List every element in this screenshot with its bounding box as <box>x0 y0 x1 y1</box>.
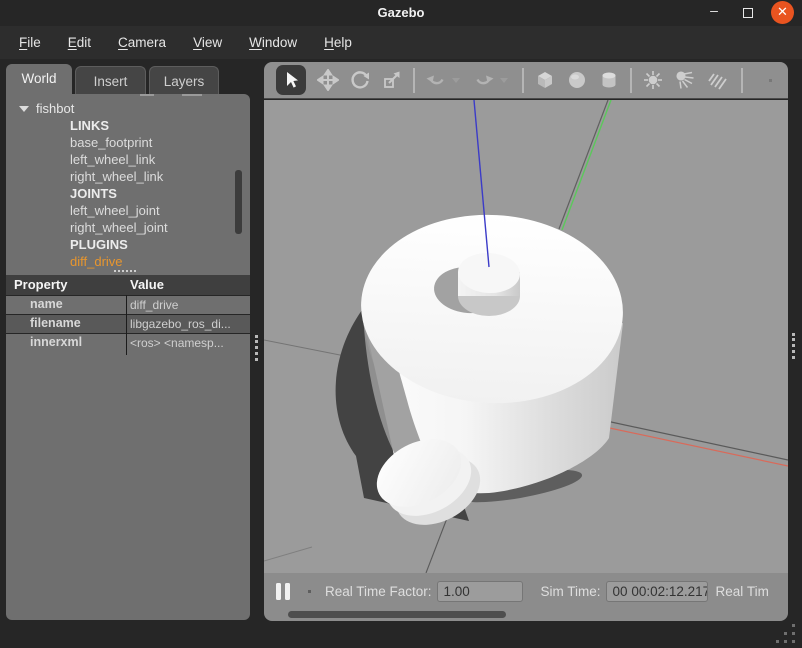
pause-icon <box>285 583 290 600</box>
point-light-button[interactable] <box>641 68 665 92</box>
y-axis-line <box>562 100 611 230</box>
property-table: Property Value name diff_drive filename … <box>6 275 250 352</box>
rotate-icon <box>349 69 371 91</box>
grid-line <box>264 547 312 561</box>
menu-item-camera[interactable]: Camera <box>107 26 177 59</box>
tree-item-links[interactable]: LINKS <box>6 118 242 135</box>
status-row: Real Time Factor: 1.00 Sim Time: 00 00:0… <box>264 573 788 609</box>
cylinder-icon <box>598 69 620 91</box>
tree-scrollbar-thumb[interactable] <box>235 170 242 234</box>
tree-item-diff-drive[interactable]: diff_drive <box>6 254 242 271</box>
property-row-innerxml[interactable]: innerxml <ros> <namesp... <box>6 333 250 352</box>
scale-tool-button[interactable] <box>380 68 404 92</box>
cylinder-shape-button[interactable] <box>597 68 621 92</box>
menu-item-window[interactable]: Window <box>238 26 308 59</box>
box-shape-button[interactable] <box>533 68 557 92</box>
sphere-icon <box>566 69 588 91</box>
menu-item-edit[interactable]: Edit <box>57 26 102 59</box>
minimize-button[interactable]: – <box>703 3 725 23</box>
window-resize-grip[interactable] <box>776 624 798 644</box>
point-light-icon <box>642 69 664 91</box>
grid-line <box>559 100 608 229</box>
expand-caret-icon[interactable] <box>19 106 29 112</box>
undo-button[interactable] <box>424 68 448 92</box>
render-toolbar <box>264 62 788 99</box>
window-title: Gazebo <box>0 0 802 26</box>
spot-light-button[interactable] <box>673 68 697 92</box>
undo-icon <box>424 69 448 91</box>
left-splitter-handle[interactable] <box>255 335 258 361</box>
column-value: Value <box>130 277 164 292</box>
toolbar-separator <box>630 68 632 93</box>
translate-icon <box>317 69 339 91</box>
maximize-icon <box>743 8 753 18</box>
undo-dropdown-caret[interactable] <box>452 78 460 83</box>
right-splitter-handle[interactable] <box>792 333 795 359</box>
translate-tool-button[interactable] <box>316 68 340 92</box>
box-icon <box>534 69 556 91</box>
tab-insert[interactable]: Insert <box>75 66 146 94</box>
toolbar-separator <box>741 68 743 93</box>
rtf-field[interactable]: 1.00 <box>437 581 523 602</box>
tree-item-right-wheel-joint[interactable]: right_wheel_joint <box>6 220 242 237</box>
robot-scene <box>264 100 788 573</box>
column-property: Property <box>14 277 67 292</box>
rotate-tool-button[interactable] <box>348 68 372 92</box>
status-bar: Real Time Factor: 1.00 Sim Time: 00 00:0… <box>264 573 788 621</box>
spot-light-icon <box>674 69 696 91</box>
pause-button[interactable] <box>276 583 290 600</box>
column-divider <box>126 295 127 355</box>
horizontal-scrollbar-thumb[interactable] <box>288 611 506 618</box>
pause-icon <box>276 583 281 600</box>
tab-world[interactable]: World <box>6 64 72 94</box>
window: { "titlebar": { "title": "Gazebo", "mini… <box>0 0 802 648</box>
menu-bar: File Edit Camera View Window Help <box>0 26 802 59</box>
toolbar-separator <box>413 68 415 93</box>
sim-time-field[interactable]: 00 00:02:12.217 <box>606 581 708 602</box>
clipped-tree-item-fragment <box>140 94 154 96</box>
property-row-filename[interactable]: filename libgazebo_ros_di... <box>6 314 250 333</box>
property-row-name[interactable]: name diff_drive <box>6 295 250 314</box>
world-panel: fishbot LINKS base_footprint left_wheel_… <box>6 94 250 620</box>
tree-item-joints[interactable]: JOINTS <box>6 186 242 203</box>
clipped-tree-item-fragment <box>182 94 202 96</box>
toolbar-separator <box>522 68 524 93</box>
cursor-arrow-icon <box>280 69 302 91</box>
tree-item-base-footprint[interactable]: base_footprint <box>6 135 242 152</box>
redo-dropdown-caret[interactable] <box>500 78 508 83</box>
scale-icon <box>381 69 403 91</box>
maximize-button[interactable] <box>737 3 759 23</box>
step-dot <box>308 590 311 593</box>
tree-item-fishbot[interactable]: fishbot <box>6 101 242 118</box>
sim-time-label: Sim Time: <box>541 584 601 599</box>
redo-button[interactable] <box>472 68 496 92</box>
grid-line <box>264 340 345 356</box>
tree-item-plugins[interactable]: PLUGINS <box>6 237 242 254</box>
title-bar: Gazebo – ✕ <box>0 0 802 26</box>
viewport-column: Real Time Factor: 1.00 Sim Time: 00 00:0… <box>264 62 788 621</box>
viewport-canvas[interactable] <box>264 100 788 573</box>
tree-item-left-wheel-joint[interactable]: left_wheel_joint <box>6 203 242 220</box>
redo-icon <box>472 69 496 91</box>
close-button[interactable]: ✕ <box>771 1 794 24</box>
directional-light-button[interactable] <box>705 68 729 92</box>
sphere-shape-button[interactable] <box>565 68 589 92</box>
toolbar-overflow-dot <box>769 79 772 82</box>
close-icon: ✕ <box>777 4 788 19</box>
tree-item-right-wheel-link[interactable]: right_wheel_link <box>6 169 242 186</box>
rtf-label: Real Time Factor: <box>325 584 432 599</box>
menu-item-view[interactable]: View <box>182 26 233 59</box>
directional-light-icon <box>706 69 728 91</box>
select-tool-button[interactable] <box>276 65 306 95</box>
tree-item-left-wheel-link[interactable]: left_wheel_link <box>6 152 242 169</box>
property-table-header: Property Value <box>6 275 250 295</box>
tree-table-splitter-handle[interactable] <box>114 270 136 272</box>
tab-layers[interactable]: Layers <box>149 66 219 94</box>
menu-item-help[interactable]: Help <box>313 26 363 59</box>
real-time-label: Real Tim <box>716 584 788 599</box>
menu-item-file[interactable]: File <box>8 26 52 59</box>
